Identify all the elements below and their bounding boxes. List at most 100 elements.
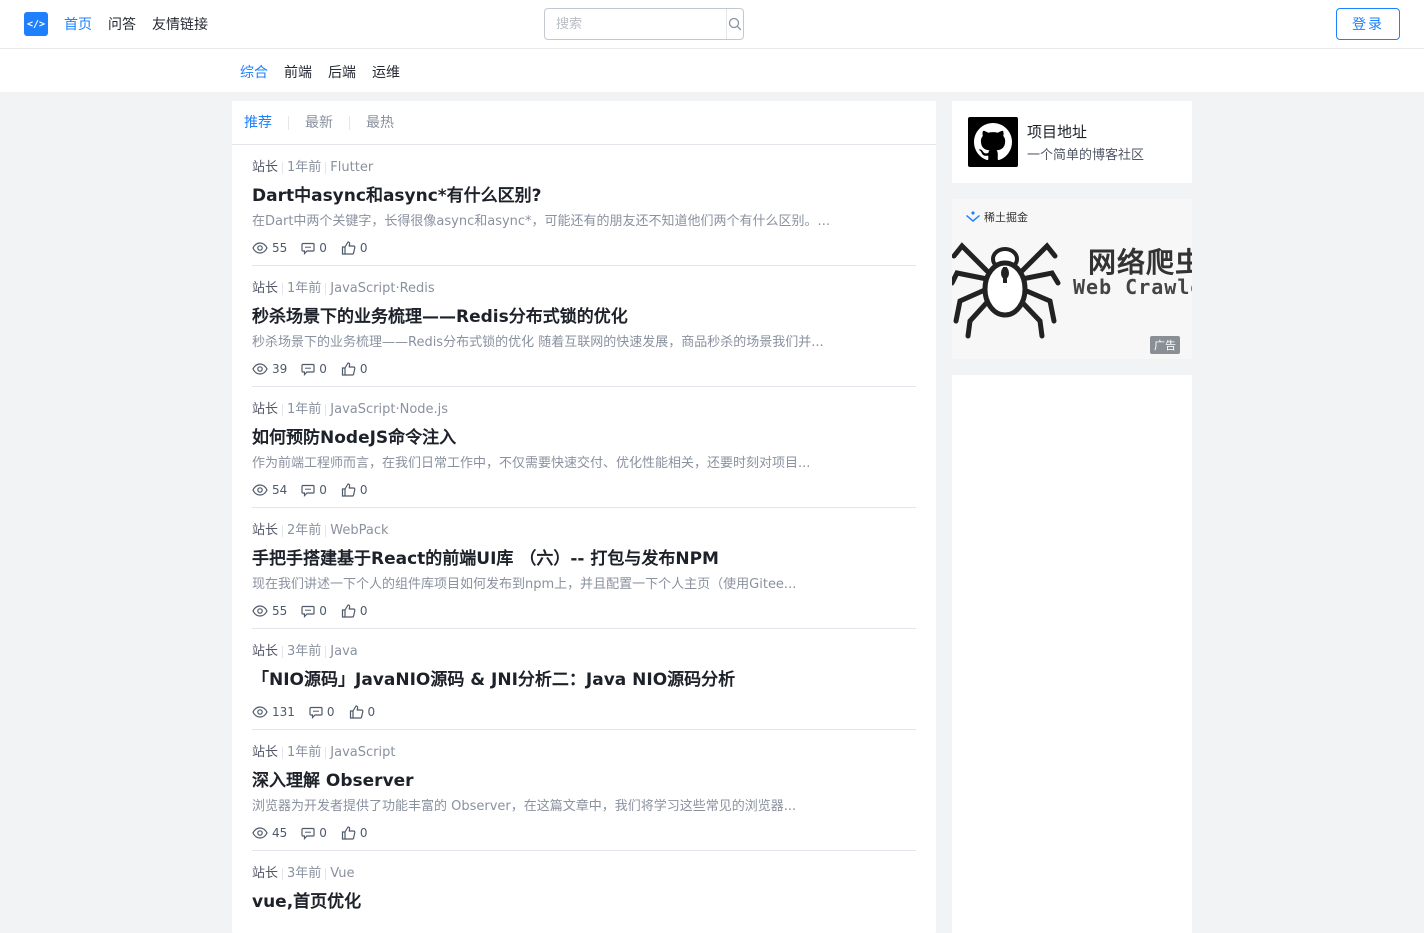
login-button[interactable]: 登录 [1336, 8, 1400, 40]
category-all[interactable]: 综合 [240, 62, 268, 82]
article-tags[interactable]: Java [330, 644, 357, 660]
like-icon [341, 362, 356, 376]
meta-divider [282, 747, 284, 759]
tab-latest[interactable]: 最新 [288, 115, 349, 130]
like-icon [341, 241, 356, 255]
article-title[interactable]: 「NIO源码」JavaNIO源码 & JNI分析二：Java NIO源码分析 [252, 669, 916, 691]
article-abstract[interactable]: 秒杀场景下的业务梳理——Redis分布式锁的优化 随着互联网的快速发展，商品秒杀… [252, 334, 862, 352]
publish-time: 2年前 [287, 523, 322, 538]
ad-banner[interactable]: 稀土掘金 网络爬虫 Web Crawler 广告 [952, 199, 1192, 359]
like-count[interactable]: 0 [349, 705, 375, 719]
github-icon [974, 123, 1012, 161]
like-count[interactable]: 0 [341, 362, 368, 376]
author-name[interactable]: 站长 [252, 644, 278, 660]
article-title[interactable]: 深入理解 Observer [252, 770, 916, 792]
article-meta: 站长 1年前 JavaScript·Redis [252, 281, 916, 297]
view-count: 55 [252, 604, 287, 618]
article-entry[interactable]: 站长 3年前 Java 「NIO源码」JavaNIO源码 & JNI分析二：Java … [252, 629, 916, 730]
comment-count[interactable]: 0 [301, 241, 327, 255]
site-logo[interactable]: </> [24, 12, 48, 36]
author-name[interactable]: 站长 [252, 745, 278, 761]
like-count[interactable]: 0 [341, 483, 368, 497]
category-nav: 综合 前端 后端 运维 [0, 49, 1424, 92]
category-frontend[interactable]: 前端 [284, 62, 312, 82]
nav-item-home[interactable]: 首页 [64, 14, 92, 34]
ad-subtitle: Web Crawler [1073, 275, 1192, 299]
project-card[interactable]: 项目地址 一个简单的博客社区 [952, 101, 1192, 183]
category-backend[interactable]: 后端 [328, 62, 356, 82]
tab-hottest[interactable]: 最热 [349, 115, 410, 130]
search-input[interactable] [545, 9, 726, 39]
article-tags[interactable]: Flutter [330, 160, 373, 176]
article-entry[interactable]: 站长 3年前 Vue vue,首页优化 [252, 851, 916, 927]
meta-divider [325, 868, 327, 880]
comment-count[interactable]: 0 [309, 705, 335, 719]
author-name[interactable]: 站长 [252, 523, 278, 539]
article-meta: 站长 1年前 JavaScript [252, 745, 916, 761]
article-title[interactable]: 秒杀场景下的业务梳理——Redis分布式锁的优化 [252, 306, 916, 328]
view-count: 45 [252, 826, 287, 840]
view-count: 131 [252, 705, 295, 719]
comment-count[interactable]: 0 [301, 362, 327, 376]
tab-recommended[interactable]: 推荐 [244, 116, 288, 130]
article-title[interactable]: Dart中async和async*有什么区别? [252, 185, 916, 207]
article-tags[interactable]: JavaScript [330, 745, 395, 761]
article-abstract[interactable]: 浏览器为开发者提供了功能丰富的 Observer，在这篇文章中，我们将学习这些常… [252, 798, 862, 816]
author-name[interactable]: 站长 [252, 281, 278, 297]
article-entry[interactable]: 站长 2年前 WebPack 手把手搭建基于React的前端UI库 （六）-- 打包与… [252, 508, 916, 629]
article-title[interactable]: 如何预防NodeJS命令注入 [252, 427, 916, 449]
article-title[interactable]: vue,首页优化 [252, 891, 916, 913]
article-stats: 45 0 0 [252, 826, 916, 850]
article-abstract[interactable]: 在Dart中两个关键字，长得很像async和async*，可能还有的朋友还不知道… [252, 213, 862, 231]
comment-icon [309, 706, 323, 719]
article-abstract[interactable]: 作为前端工程师而言，在我们日常工作中，不仅需要快速交付、优化性能相关，还要时刻对… [252, 455, 862, 473]
like-icon [341, 604, 356, 618]
meta-divider [325, 162, 327, 174]
meta-divider [282, 404, 284, 416]
search-box [544, 8, 744, 40]
article-entry[interactable]: 站长 1年前 JavaScript·Node.js 如何预防NodeJS命令注入作为前… [252, 387, 916, 508]
nav-item-links[interactable]: 友情链接 [152, 14, 208, 34]
like-count[interactable]: 0 [341, 604, 368, 618]
article-entry[interactable]: 站长 1年前 Flutter Dart中async和async*有什么区别? 在Dart… [252, 145, 916, 266]
publish-time: 1年前 [287, 402, 322, 417]
project-title: 项目地址 [1027, 122, 1088, 141]
like-count[interactable]: 0 [341, 826, 368, 840]
search-button[interactable] [726, 9, 743, 39]
article-tags[interactable]: JavaScript·Node.js [330, 402, 448, 418]
like-icon [341, 826, 356, 840]
comment-icon [301, 363, 315, 376]
publish-time: 1年前 [287, 281, 322, 296]
spider-icon [952, 242, 1061, 339]
meta-divider [325, 283, 327, 295]
view-count: 39 [252, 362, 287, 376]
feed-tabs: 推荐 最新 最热 [232, 101, 936, 145]
article-tags[interactable]: WebPack [330, 523, 388, 539]
comment-count[interactable]: 0 [301, 604, 327, 618]
article-title[interactable]: 手把手搭建基于React的前端UI库 （六）-- 打包与发布NPM [252, 548, 916, 570]
view-count: 54 [252, 483, 287, 497]
article-stats: 54 0 0 [252, 483, 916, 507]
category-ops[interactable]: 运维 [372, 62, 400, 82]
nav-item-qa[interactable]: 问答 [108, 14, 136, 34]
meta-divider [282, 646, 284, 658]
publish-time: 1年前 [287, 160, 322, 175]
author-name[interactable]: 站长 [252, 160, 278, 176]
author-name[interactable]: 站长 [252, 402, 278, 418]
like-count[interactable]: 0 [341, 241, 368, 255]
article-tags[interactable]: JavaScript·Redis [330, 281, 434, 297]
view-icon [252, 827, 268, 839]
article-tags[interactable]: Vue [330, 866, 354, 882]
author-name[interactable]: 站长 [252, 866, 278, 882]
main-nav: 首页 问答 友情链接 [64, 14, 208, 34]
comment-count[interactable]: 0 [301, 483, 327, 497]
article-stats: 131 0 0 [252, 705, 916, 729]
article-meta: 站长 1年前 Flutter [252, 160, 916, 176]
comment-count[interactable]: 0 [301, 826, 327, 840]
article-stats: 55 0 0 [252, 604, 916, 628]
article-entry[interactable]: 站长 1年前 JavaScript 深入理解 Observer 浏览器为开发者提供了功能… [252, 730, 916, 851]
article-entry[interactable]: 站长 1年前 JavaScript·Redis 秒杀场景下的业务梳理——Redis分布… [252, 266, 916, 387]
comment-icon [301, 242, 315, 255]
article-meta: 站长 3年前 Java [252, 644, 916, 660]
article-abstract[interactable]: 现在我们讲述一下个人的组件库项目如何发布到npm上，并且配置一下个人主页（使用G… [252, 576, 862, 594]
